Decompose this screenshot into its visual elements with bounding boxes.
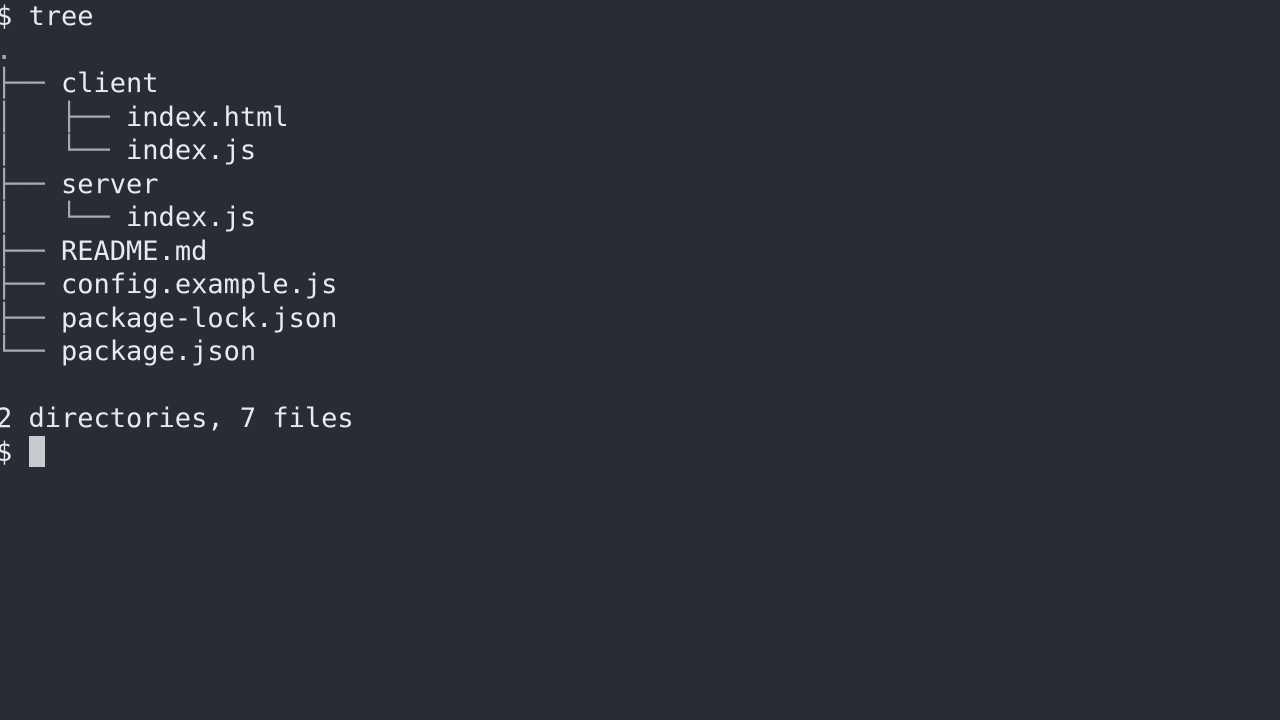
tree-entry-name: client: [61, 68, 159, 99]
tree-entry-name: index.js: [126, 135, 257, 166]
terminal-screen: $ tree . ├── client │ ├── index.html │ └…: [0, 0, 1280, 469]
tree-entry-name: package.json: [61, 336, 257, 367]
tree-branch-glyph: ├──: [0, 168, 62, 200]
tree-row: │ └── index.js: [0, 201, 1280, 235]
tree-branch-glyph: └──: [0, 336, 62, 367]
command-text: tree: [28, 1, 94, 32]
final-prompt-line[interactable]: $: [0, 435, 1280, 470]
tree-entry-name: package-lock.json: [61, 302, 338, 334]
tree-entry-name: server: [61, 168, 159, 200]
tree-entry-name: config.example.js: [61, 269, 338, 300]
tree-branch-glyph: ├──: [0, 68, 62, 99]
tree-root: .: [0, 34, 1280, 68]
tree-row: ├── README.md: [0, 235, 1280, 269]
tree-branch-glyph: │ └──: [0, 202, 127, 233]
tree-branch-glyph: │ ├──: [0, 101, 127, 133]
tree-entry-name: README.md: [61, 235, 208, 267]
tree-root-label: .: [0, 35, 12, 66]
tree-row: ├── server: [0, 168, 1280, 202]
terminal-window[interactable]: $ tree . ├── client │ ├── index.html │ └…: [0, 0, 1280, 720]
tree-branch-glyph: ├──: [0, 235, 62, 267]
tree-entry-name: index.js: [126, 202, 257, 233]
command-line: $ tree: [0, 0, 1280, 34]
tree-row: ├── config.example.js: [0, 268, 1280, 302]
tree-entry-name: index.html: [126, 101, 289, 133]
tree-row: └── package.json: [0, 335, 1280, 369]
tree-row: ├── package-lock.json: [0, 302, 1280, 336]
tree-row: ├── client: [0, 67, 1280, 101]
tree-row: │ ├── index.html: [0, 101, 1280, 135]
tree-row: │ └── index.js: [0, 134, 1280, 168]
block-cursor: [28, 435, 45, 467]
tree-branch-glyph: ├──: [0, 269, 62, 300]
tree-summary: 2 directories, 7 files: [0, 403, 354, 434]
shell-prompt: $: [0, 436, 13, 468]
shell-prompt: $: [0, 1, 13, 32]
tree-branch-glyph: │ └──: [0, 135, 127, 166]
tree-branch-glyph: ├──: [0, 302, 62, 334]
